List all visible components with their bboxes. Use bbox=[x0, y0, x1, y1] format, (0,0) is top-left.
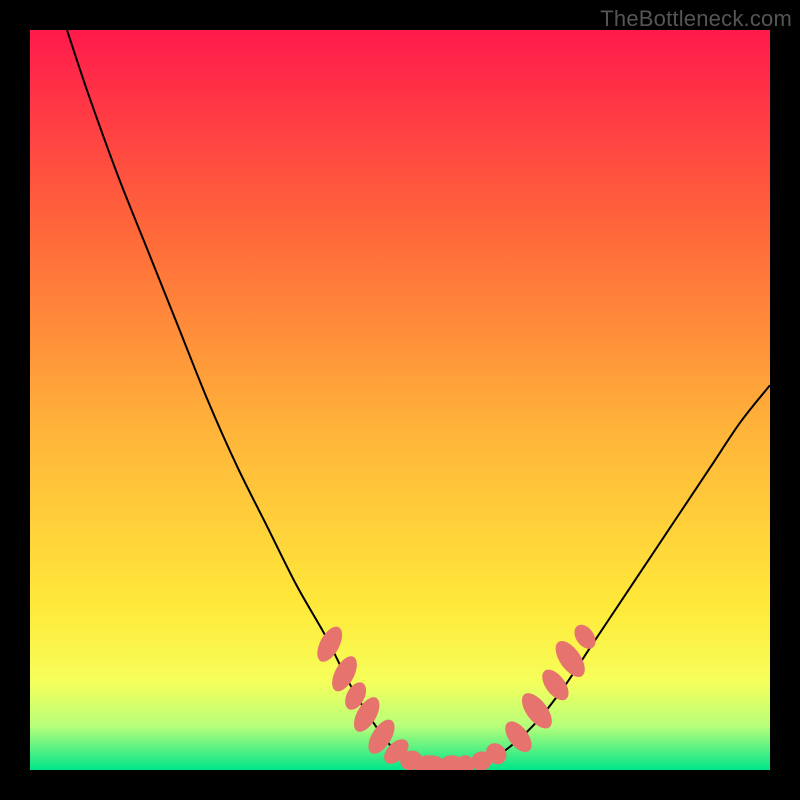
chart-frame: TheBottleneck.com bbox=[0, 0, 800, 800]
bottleneck-curve bbox=[67, 30, 770, 767]
watermark-text: TheBottleneck.com bbox=[600, 6, 792, 32]
highlight-dots bbox=[312, 621, 600, 770]
curve-svg bbox=[30, 30, 770, 770]
highlight-dot bbox=[516, 688, 557, 734]
highlight-dot bbox=[570, 621, 600, 653]
bottleneck-curve-path bbox=[67, 30, 770, 767]
highlight-dot bbox=[312, 623, 347, 666]
plot-area bbox=[30, 30, 770, 770]
